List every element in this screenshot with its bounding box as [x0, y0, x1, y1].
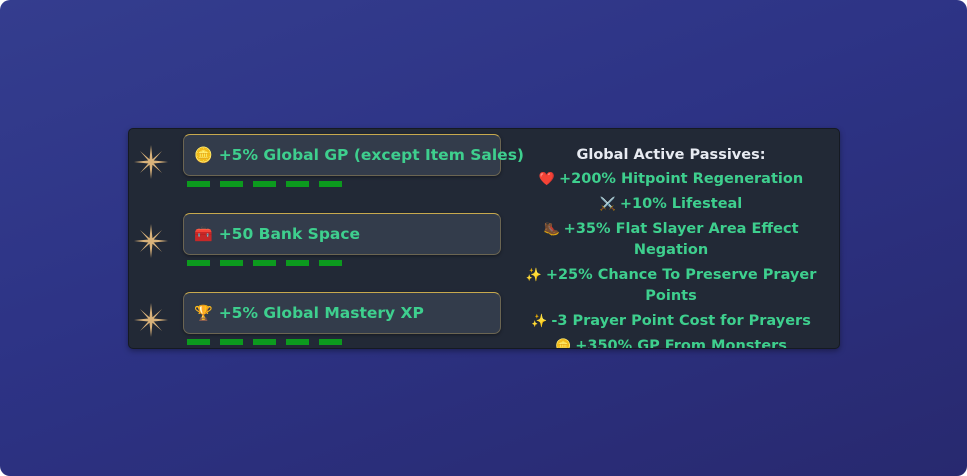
- passive-text: -3 Prayer Point Cost for Prayers: [551, 313, 811, 329]
- passives-panel: 🪙 +5% Global GP (except Item Sales) 🧰 +5…: [128, 128, 840, 349]
- crossed-swords-icon: ⚔️: [599, 197, 616, 212]
- progress-dashes: [187, 339, 342, 345]
- progress-dash: [253, 181, 276, 187]
- global-passives: Global Active Passives: ❤️ +200% Hitpoint…: [517, 147, 825, 349]
- passive-item: 🥾 +35% Flat Slayer Area Effect Negation: [517, 219, 825, 261]
- progress-dash: [319, 181, 342, 187]
- passive-text: +200% Hitpoint Regeneration: [559, 171, 804, 187]
- trophy-icon: 🏆: [194, 303, 213, 322]
- passive-text: +10% Lifesteal: [619, 196, 743, 212]
- sparkle-icon: ✨: [531, 314, 548, 329]
- progress-dash: [220, 260, 243, 266]
- bonus-label: +50 Bank Space: [218, 225, 361, 243]
- bonus-card-global-gp[interactable]: 🪙 +5% Global GP (except Item Sales): [183, 134, 524, 176]
- passive-item: ✨ -3 Prayer Point Cost for Prayers: [517, 311, 825, 332]
- progress-dash: [253, 260, 276, 266]
- progress-dashes: [187, 260, 342, 266]
- star-icon: [134, 303, 168, 337]
- progress-dash: [220, 339, 243, 345]
- progress-dash: [286, 260, 309, 266]
- progress-dash: [187, 181, 210, 187]
- passive-item: 🪙 +350% GP From Monsters: [517, 336, 825, 349]
- passives-title: Global Active Passives:: [576, 147, 766, 163]
- passive-text: +25% Chance To Preserve Prayer Points: [545, 267, 817, 304]
- progress-dash: [319, 260, 342, 266]
- star-icon: [134, 224, 168, 258]
- passive-item: ⚔️ +10% Lifesteal: [517, 194, 825, 215]
- passive-text: +350% GP From Monsters: [575, 338, 787, 349]
- progress-dashes: [187, 181, 342, 187]
- bonus-label: +5% Global Mastery XP: [218, 304, 424, 322]
- sparkle-icon: ✨: [525, 268, 542, 283]
- page-background: 🪙 +5% Global GP (except Item Sales) 🧰 +5…: [0, 0, 967, 476]
- passive-item: ✨ +25% Chance To Preserve Prayer Points: [517, 265, 825, 307]
- star-icon: [134, 145, 168, 179]
- bonus-card-bank-space[interactable]: 🧰 +50 Bank Space: [183, 213, 501, 255]
- coins-icon: 🪙: [555, 339, 572, 349]
- passive-item: ❤️ +200% Hitpoint Regeneration: [517, 169, 825, 190]
- progress-dash: [286, 339, 309, 345]
- heart-icon: ❤️: [538, 172, 556, 187]
- progress-dash: [220, 181, 243, 187]
- progress-dash: [286, 181, 309, 187]
- bonus-card-mastery-xp[interactable]: 🏆 +5% Global Mastery XP: [183, 292, 501, 334]
- passive-text: +35% Flat Slayer Area Effect Negation: [563, 221, 799, 258]
- coins-icon: 🪙: [194, 145, 213, 164]
- progress-dash: [253, 339, 276, 345]
- boot-icon: 🥾: [543, 222, 560, 237]
- bank-chest-icon: 🧰: [194, 224, 213, 243]
- bonus-label: +5% Global GP (except Item Sales): [218, 146, 525, 164]
- progress-dash: [187, 260, 210, 266]
- progress-dash: [319, 339, 342, 345]
- progress-dash: [187, 339, 210, 345]
